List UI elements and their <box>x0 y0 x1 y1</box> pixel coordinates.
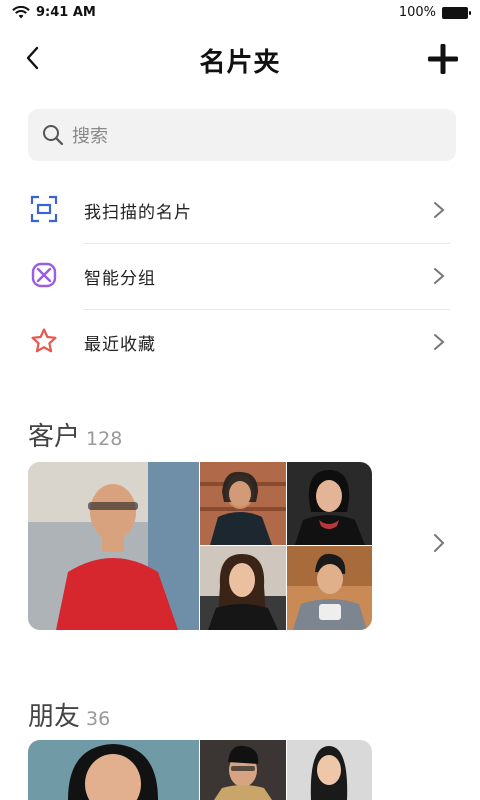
add-button[interactable] <box>426 42 460 76</box>
chevron-right-icon <box>434 334 445 350</box>
contact-photo <box>287 740 372 800</box>
chevron-right-icon[interactable] <box>432 532 446 554</box>
group-header-friends: 朋友 36 <box>28 696 110 733</box>
contact-photo <box>28 462 199 630</box>
search-placeholder: 搜索 <box>72 126 108 147</box>
battery-icon <box>442 6 471 19</box>
contact-photo <box>200 546 286 630</box>
group-photo-grid-friends[interactable] <box>28 740 372 800</box>
menu-item-label: 最近收藏 <box>84 335 156 355</box>
chevron-right-icon <box>434 268 445 284</box>
nav-bar: 名片夹 <box>0 34 480 84</box>
group-count: 36 <box>86 708 111 730</box>
group-title: 客户 <box>28 422 81 452</box>
search-icon <box>43 125 64 146</box>
status-time: 9:41 AM <box>36 5 96 20</box>
menu-item-smart-group[interactable]: 智能分组 <box>0 244 480 310</box>
battery-percent: 100% <box>398 5 436 20</box>
contact-photo <box>287 462 372 545</box>
wifi-icon <box>12 6 30 19</box>
menu-item-recent-favorites[interactable]: 最近收藏 <box>0 310 480 376</box>
scan-icon <box>30 195 58 223</box>
chevron-right-icon <box>434 202 445 218</box>
contact-photo <box>287 546 372 630</box>
quick-menu: 我扫描的名片 智能分组 最近收藏 <box>0 178 480 376</box>
group-count: 128 <box>86 428 123 450</box>
group-photo-grid-customers[interactable] <box>28 462 372 630</box>
group-title: 朋友 <box>28 702 81 732</box>
group-header-customers: 客户 128 <box>28 416 122 453</box>
contact-photo <box>200 740 286 800</box>
search-input[interactable]: 搜索 <box>28 109 456 161</box>
menu-item-scanned-cards[interactable]: 我扫描的名片 <box>0 178 480 244</box>
menu-item-label: 智能分组 <box>84 269 156 289</box>
smart-group-icon <box>31 262 57 288</box>
contact-photo <box>200 462 286 545</box>
status-bar: 9:41 AM 100% <box>0 0 480 28</box>
page-title: 名片夹 <box>199 48 281 78</box>
contact-photo <box>28 740 199 800</box>
menu-item-label: 我扫描的名片 <box>84 203 192 223</box>
star-icon <box>31 328 57 353</box>
